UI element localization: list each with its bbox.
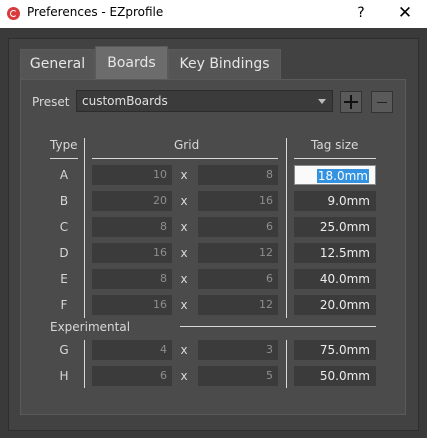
title-bar: Preferences - EZprofile ? ✕ bbox=[0, 0, 427, 28]
row-type-label: G bbox=[59, 343, 69, 357]
preset-label: Preset bbox=[32, 95, 70, 109]
row-type-label: E bbox=[60, 272, 68, 286]
tab-boards[interactable]: Boards bbox=[95, 46, 168, 79]
help-button[interactable]: ? bbox=[350, 3, 372, 23]
tab-key-bindings[interactable]: Key Bindings bbox=[168, 49, 281, 79]
grid-width-field[interactable]: 6 bbox=[92, 366, 172, 386]
grid-height-field[interactable]: 5 bbox=[198, 366, 278, 386]
preset-dropdown[interactable]: customBoards bbox=[76, 90, 333, 112]
chevron-down-icon bbox=[318, 99, 326, 104]
grid-height-field[interactable]: 6 bbox=[198, 269, 278, 289]
tag-header-underline bbox=[294, 158, 376, 159]
row-type-label: D bbox=[59, 246, 69, 260]
column-divider-left bbox=[84, 138, 85, 318]
grid-width-field[interactable]: 16 bbox=[92, 243, 172, 263]
row-type-label: F bbox=[60, 298, 68, 312]
grid-width-field[interactable]: 10 bbox=[92, 165, 172, 185]
experimental-header: Experimental bbox=[50, 320, 131, 334]
tag-size-field[interactable]: 12.5mm bbox=[294, 243, 376, 263]
row-type-label: A bbox=[59, 168, 69, 182]
tag-size-selection: 18.0mm bbox=[316, 169, 369, 183]
tab-general[interactable]: General bbox=[20, 49, 95, 79]
grid-height-field[interactable]: 16 bbox=[198, 191, 278, 211]
grid-separator: x bbox=[180, 272, 188, 286]
grid-separator: x bbox=[180, 246, 188, 260]
tag-size-header: Tag size bbox=[311, 138, 359, 152]
row-type-label: C bbox=[59, 220, 69, 234]
row-type-label: H bbox=[59, 369, 69, 383]
grid-width-field[interactable]: 20 bbox=[92, 191, 172, 211]
experimental-divider-right bbox=[286, 340, 287, 388]
preset-value: customBoards bbox=[82, 94, 168, 108]
grid-height-field[interactable]: 12 bbox=[198, 295, 278, 315]
grid-separator: x bbox=[180, 343, 188, 357]
preferences-window: Preferences - EZprofile ? ✕ General Boar… bbox=[0, 0, 427, 438]
tag-size-field[interactable]: 50.0mm bbox=[294, 366, 376, 386]
grid-width-field[interactable]: 16 bbox=[92, 295, 172, 315]
grid-separator: x bbox=[180, 194, 188, 208]
experimental-underline bbox=[180, 326, 376, 327]
grid-separator: x bbox=[180, 298, 188, 312]
grid-separator: x bbox=[180, 168, 188, 182]
type-header-underline bbox=[50, 158, 78, 159]
grid-width-field[interactable]: 4 bbox=[92, 340, 172, 360]
column-divider-right bbox=[286, 138, 287, 318]
app-logo-icon bbox=[7, 7, 20, 20]
type-header: Type bbox=[50, 138, 78, 152]
tag-size-field[interactable]: 25.0mm bbox=[294, 217, 376, 237]
tag-size-field[interactable]: 40.0mm bbox=[294, 269, 376, 289]
tag-size-field[interactable]: 18.0mm bbox=[294, 165, 376, 185]
close-button[interactable]: ✕ bbox=[393, 3, 417, 23]
tag-size-field[interactable]: 20.0mm bbox=[294, 295, 376, 315]
window-title: Preferences - EZprofile bbox=[27, 5, 164, 19]
experimental-divider-left bbox=[84, 340, 85, 388]
remove-preset-button[interactable] bbox=[371, 91, 393, 113]
grid-header-underline bbox=[92, 158, 278, 159]
grid-header: Grid bbox=[174, 138, 200, 152]
grid-height-field[interactable]: 12 bbox=[198, 243, 278, 263]
tag-size-field[interactable]: 9.0mm bbox=[294, 191, 376, 211]
grid-height-field[interactable]: 3 bbox=[198, 340, 278, 360]
grid-separator: x bbox=[180, 220, 188, 234]
grid-width-field[interactable]: 8 bbox=[92, 217, 172, 237]
grid-height-field[interactable]: 8 bbox=[198, 165, 278, 185]
add-preset-button[interactable] bbox=[340, 91, 362, 113]
row-type-label: B bbox=[59, 194, 69, 208]
tag-size-field[interactable]: 75.0mm bbox=[294, 340, 376, 360]
grid-separator: x bbox=[180, 369, 188, 383]
grid-height-field[interactable]: 6 bbox=[198, 217, 278, 237]
grid-width-field[interactable]: 8 bbox=[92, 269, 172, 289]
